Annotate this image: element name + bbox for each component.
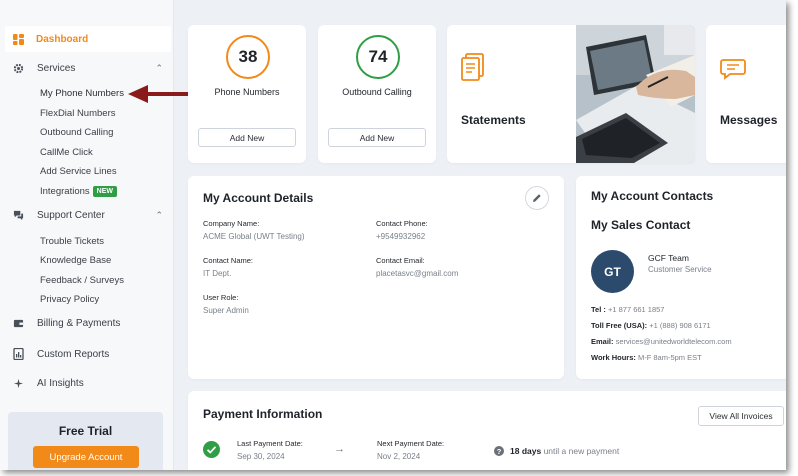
payment-information-card: Payment Information View All Invoices La… xyxy=(188,391,786,470)
messages-title: Messages xyxy=(720,113,778,127)
tollfree-label: Toll Free (USA): xyxy=(591,321,648,330)
app-window: Dashboard Services ⌃ My Phone Numbers Fl… xyxy=(0,0,786,470)
sidebar-section-label: Services xyxy=(37,63,76,74)
chevron-up-icon[interactable]: ⌃ xyxy=(155,63,163,74)
sidebar-item-feedback-surveys[interactable]: Feedback / Surveys xyxy=(40,275,124,286)
sales-contact-title: My Sales Contact xyxy=(591,218,691,232)
avatar: GT xyxy=(591,250,634,293)
contact-tollfree-row: Toll Free (USA): +1 (888) 908 6171 xyxy=(591,321,711,330)
sidebar-section-support[interactable]: Support Center ⌃ xyxy=(13,210,163,221)
free-trial-panel: Free Trial Upgrade Account xyxy=(8,412,163,470)
sidebar-item-dashboard[interactable]: Dashboard xyxy=(5,26,171,52)
sidebar-item-custom-reports[interactable]: Custom Reports xyxy=(13,348,163,360)
last-payment-label: Last Payment Date: xyxy=(237,439,303,448)
upgrade-account-button[interactable]: Upgrade Account xyxy=(33,446,139,468)
help-icon[interactable]: ? xyxy=(494,446,504,456)
edit-account-button[interactable] xyxy=(525,186,549,210)
contact-name-label: Contact Name: xyxy=(203,256,254,265)
tel-label: Tel : xyxy=(591,305,606,314)
messages-tile[interactable]: Messages xyxy=(706,25,786,163)
sidebar-item-label: Custom Reports xyxy=(37,348,110,360)
laptop-workspace-photo xyxy=(576,25,695,163)
new-badge: NEW xyxy=(92,186,117,197)
free-trial-title: Free Trial xyxy=(58,424,113,438)
sidebar: Dashboard Services ⌃ My Phone Numbers Fl… xyxy=(0,0,174,470)
sidebar-item-flexdial-numbers[interactable]: FlexDial Numbers xyxy=(40,108,116,119)
sidebar-item-callme-click[interactable]: CallMe Click xyxy=(40,147,93,158)
phone-numbers-count: 38 xyxy=(226,35,270,79)
contact-email-label: Contact Email: xyxy=(376,256,425,265)
sidebar-item-outbound-calling[interactable]: Outbound Calling xyxy=(40,127,113,138)
outbound-calling-label: Outbound Calling xyxy=(342,87,412,97)
email-label: Email: xyxy=(591,337,614,346)
contact-name-value: IT Dept. xyxy=(203,269,232,278)
sidebar-item-my-phone-numbers[interactable]: My Phone Numbers xyxy=(40,88,124,99)
sparkle-icon xyxy=(13,378,24,389)
outbound-calling-card: 74 Outbound Calling Add New xyxy=(318,25,436,163)
payment-information-title: Payment Information xyxy=(203,407,323,421)
sidebar-item-privacy-policy[interactable]: Privacy Policy xyxy=(40,294,99,305)
tel-value[interactable]: +1 877 661 1857 xyxy=(608,305,665,314)
chat-icon xyxy=(13,210,24,221)
chevron-up-icon[interactable]: ⌃ xyxy=(155,210,163,221)
phone-numbers-label: Phone Numbers xyxy=(214,87,280,97)
sidebar-item-label: Dashboard xyxy=(36,33,89,45)
sidebar-item-label: AI Insights xyxy=(37,378,84,389)
pencil-icon xyxy=(533,194,541,202)
next-payment-label: Next Payment Date: xyxy=(377,439,445,448)
contact-email-row: Email: services@unitedworldtelecom.com xyxy=(591,337,732,346)
statement-document-icon xyxy=(461,53,484,81)
sidebar-item-ai-insights[interactable]: AI Insights xyxy=(13,378,163,389)
contact-tel-row: Tel : +1 877 661 1857 xyxy=(591,305,664,314)
phone-numbers-card: 38 Phone Numbers Add New xyxy=(188,25,306,163)
hours-label: Work Hours: xyxy=(591,353,636,362)
arrow-right-icon: → xyxy=(334,443,345,455)
gear-icon xyxy=(13,63,24,74)
contact-hours-row: Work Hours: M-F 8am-5pm EST xyxy=(591,353,702,362)
contact-person-name: GCF Team xyxy=(648,253,689,263)
days-until-payment: 18 days until a new payment xyxy=(510,446,619,456)
wallet-icon xyxy=(13,319,24,328)
last-payment-value: Sep 30, 2024 xyxy=(237,452,285,461)
company-name-value: ACME Global (UWT Testing) xyxy=(203,232,305,241)
account-contacts-title: My Account Contacts xyxy=(591,189,714,203)
sidebar-section-services[interactable]: Services ⌃ xyxy=(13,63,163,74)
next-payment-value: Nov 2, 2024 xyxy=(377,452,421,461)
outbound-calling-count: 74 xyxy=(356,35,400,79)
days-suffix: until a new payment xyxy=(543,446,620,456)
contact-person-role: Customer Service xyxy=(648,265,712,274)
email-value[interactable]: services@unitedworldtelecom.com xyxy=(616,337,732,346)
sidebar-item-billing[interactable]: Billing & Payments xyxy=(13,318,163,329)
company-name-label: Company Name: xyxy=(203,219,260,228)
statements-title: Statements xyxy=(461,113,526,127)
add-outbound-calling-button[interactable]: Add New xyxy=(328,128,426,147)
svg-text:?: ? xyxy=(497,447,502,456)
check-circle-icon xyxy=(203,441,220,458)
message-bubble-icon xyxy=(720,59,746,80)
days-count: 18 days xyxy=(510,446,542,456)
add-phone-number-button[interactable]: Add New xyxy=(198,128,296,147)
sidebar-section-label: Support Center xyxy=(37,210,105,221)
dashboard-icon xyxy=(13,33,24,45)
view-all-invoices-button[interactable]: View All Invoices xyxy=(698,406,784,426)
sidebar-item-label: Integrations xyxy=(40,186,90,197)
account-details-card: My Account Details Company Name: ACME Gl… xyxy=(188,176,564,379)
contact-email-value: placetasvc@gmail.com xyxy=(376,269,459,278)
sidebar-item-trouble-tickets[interactable]: Trouble Tickets xyxy=(40,236,104,247)
account-contacts-card: My Account Contacts My Sales Contact GT … xyxy=(576,176,786,379)
sidebar-item-add-service-lines[interactable]: Add Service Lines xyxy=(40,166,117,177)
sidebar-item-integrations[interactable]: Integrations NEW xyxy=(40,186,117,197)
user-role-value: Super Admin xyxy=(203,306,249,315)
hours-value: M-F 8am-5pm EST xyxy=(637,353,702,362)
sidebar-item-knowledge-base[interactable]: Knowledge Base xyxy=(40,255,111,266)
contact-phone-value: +9549932962 xyxy=(376,232,426,241)
account-details-title: My Account Details xyxy=(203,191,314,205)
sidebar-item-label: Billing & Payments xyxy=(37,318,121,329)
contact-phone-label: Contact Phone: xyxy=(376,219,428,228)
user-role-label: User Role: xyxy=(203,293,239,302)
statements-tile[interactable]: Statements xyxy=(447,25,695,163)
tollfree-value[interactable]: +1 (888) 908 6171 xyxy=(649,321,711,330)
report-icon xyxy=(13,348,24,360)
